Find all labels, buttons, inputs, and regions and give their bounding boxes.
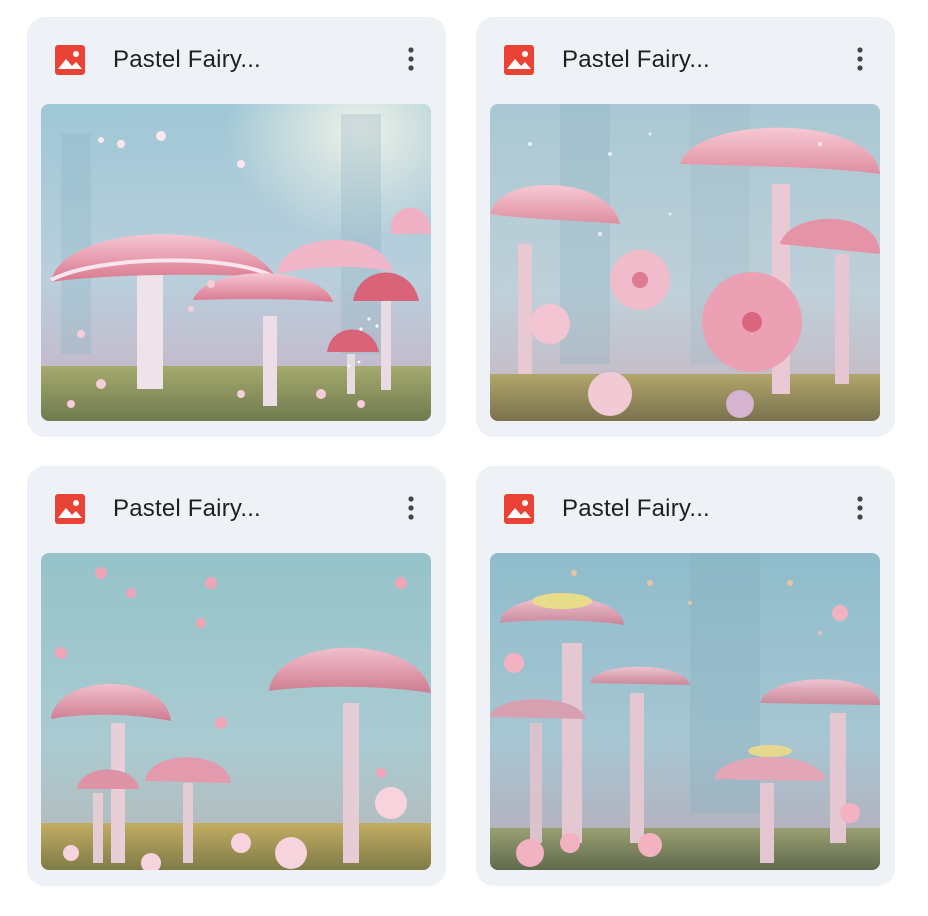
file-card-header: Pastel Fairy...: [27, 17, 446, 103]
more-vert-icon: [408, 47, 414, 71]
file-card[interactable]: Pastel Fairy...: [476, 17, 895, 437]
file-title[interactable]: Pastel Fairy...: [562, 45, 710, 75]
more-vert-icon: [857, 496, 863, 520]
image-file-icon: [504, 494, 534, 524]
more-options-button[interactable]: [393, 41, 429, 77]
file-card[interactable]: Pastel Fairy...: [476, 466, 895, 886]
file-card-header: Pastel Fairy...: [476, 466, 895, 552]
image-file-icon: [504, 45, 534, 75]
file-title[interactable]: Pastel Fairy...: [113, 494, 261, 524]
file-card-header: Pastel Fairy...: [476, 17, 895, 103]
more-vert-icon: [857, 47, 863, 71]
file-title[interactable]: Pastel Fairy...: [562, 494, 710, 524]
image-file-icon: [55, 45, 85, 75]
file-grid: Pastel Fairy... Pastel Fairy... Pastel F…: [0, 0, 928, 916]
file-title[interactable]: Pastel Fairy...: [113, 45, 261, 75]
file-card[interactable]: Pastel Fairy...: [27, 17, 446, 437]
image-thumbnail[interactable]: [41, 553, 431, 870]
more-options-button[interactable]: [842, 490, 878, 526]
more-options-button[interactable]: [842, 41, 878, 77]
more-vert-icon: [408, 496, 414, 520]
image-thumbnail[interactable]: [490, 553, 880, 870]
image-thumbnail[interactable]: [41, 104, 431, 421]
more-options-button[interactable]: [393, 490, 429, 526]
file-card[interactable]: Pastel Fairy...: [27, 466, 446, 886]
image-thumbnail[interactable]: [490, 104, 880, 421]
image-file-icon: [55, 494, 85, 524]
file-card-header: Pastel Fairy...: [27, 466, 446, 552]
